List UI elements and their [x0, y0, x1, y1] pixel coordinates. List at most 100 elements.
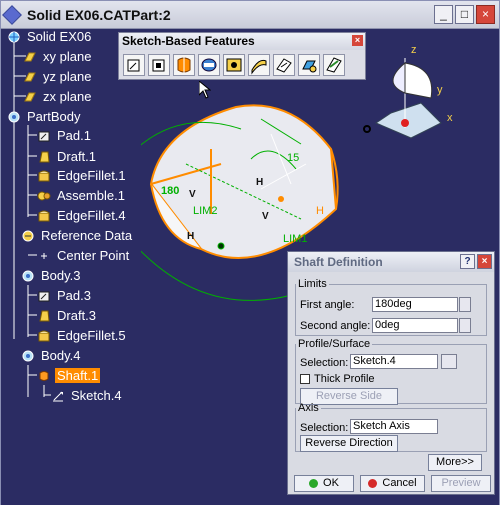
pad-icon[interactable] — [123, 54, 145, 76]
tree-item-pad-3[interactable]: Pad.3 — [37, 288, 93, 303]
tree-item-label: Assemble.1 — [57, 188, 125, 203]
cancel-button[interactable]: Cancel — [360, 475, 425, 492]
sketcher-icon[interactable] — [441, 354, 457, 369]
first-angle-spinner[interactable] — [459, 297, 471, 312]
stiffener-icon[interactable] — [323, 54, 345, 76]
body-icon — [8, 111, 20, 122]
tree-item-label: zx plane — [43, 89, 92, 104]
slot-icon[interactable] — [273, 54, 295, 76]
tree-item-edgefillet-1[interactable]: EdgeFillet.1 — [37, 168, 128, 183]
thick-profile-row[interactable]: Thick Profile — [300, 373, 375, 385]
thick-profile-label: Thick Profile — [314, 373, 375, 385]
shaft-definition-dialog[interactable]: Shaft Definition ? × Limits First angle:… — [287, 251, 495, 495]
length-dimension-label[interactable]: 15 — [287, 152, 299, 164]
first-angle-input[interactable]: 180deg — [372, 297, 458, 312]
angle-dimension-label[interactable]: 180 — [161, 185, 179, 197]
assemble-icon — [37, 191, 51, 200]
toolbar-close-button[interactable]: × — [352, 35, 363, 46]
tree-item-edgefillet-5[interactable]: EdgeFillet.5 — [37, 328, 128, 343]
sketch-based-features-toolbar[interactable]: Sketch-Based Features × — [118, 32, 366, 80]
tree-item-partbody[interactable]: PartBody — [7, 109, 82, 124]
tree-item-label: Pad.3 — [57, 288, 91, 303]
tree-item-draft-3[interactable]: Draft.3 — [37, 308, 98, 323]
tree-item-label: EdgeFillet.5 — [57, 328, 126, 343]
second-angle-label: Second angle: — [300, 320, 371, 332]
help-button[interactable]: ? — [460, 254, 475, 269]
title-bar: Solid EX06.CATPart:2 _ □ × — [1, 1, 499, 29]
lim1-label[interactable]: LIM1 — [283, 233, 307, 245]
y-axis-label: y — [437, 84, 443, 96]
minimize-button[interactable]: _ — [434, 5, 453, 24]
lim2-label[interactable]: LIM2 — [193, 205, 217, 217]
body-icon — [22, 270, 34, 281]
tree-item-sketch-4[interactable]: Sketch.4 — [51, 388, 124, 403]
more-button[interactable]: More>> — [428, 454, 482, 471]
tree-item-label: Shaft.1 — [55, 368, 101, 383]
maximize-button[interactable]: □ — [455, 5, 474, 24]
tree-item-draft-1[interactable]: Draft.1 — [37, 149, 98, 164]
part-icon — [8, 31, 20, 42]
tree-item-xy-plane[interactable]: xy plane — [23, 49, 93, 64]
tree-item-label: yz plane — [43, 69, 92, 84]
hole-icon[interactable] — [223, 54, 245, 76]
toolbar-title: Sketch-Based Features — [122, 34, 255, 48]
tree-item-shaft-1[interactable]: Shaft.1 — [37, 368, 101, 383]
tree-item-label: Reference Data — [41, 228, 133, 243]
tree-item-body-3[interactable]: Body.3 — [21, 268, 83, 283]
tree-item-label: xy plane — [43, 49, 92, 64]
tree-item-center-point[interactable]: Center Point — [37, 248, 131, 263]
h-constraint-label: H — [256, 177, 263, 188]
tree-item-yz-plane[interactable]: yz plane — [23, 69, 93, 84]
pocket-icon[interactable] — [148, 54, 170, 76]
plane-icon — [24, 72, 36, 81]
pad-icon — [38, 131, 50, 141]
tree-item-label: Center Point — [57, 248, 130, 263]
tree-item-label: Pad.1 — [57, 128, 91, 143]
point-icon — [41, 252, 47, 259]
rib-icon[interactable] — [248, 54, 270, 76]
tree-item-zx-plane[interactable]: zx plane — [23, 89, 93, 104]
ok-button[interactable]: OK — [294, 475, 354, 492]
groove-icon[interactable] — [198, 54, 220, 76]
limits-legend: Limits — [298, 278, 327, 290]
second-angle-spinner[interactable] — [459, 318, 471, 333]
tree-item-assemble-1[interactable]: Assemble.1 — [37, 188, 127, 203]
tree-item-label: EdgeFillet.4 — [57, 208, 126, 223]
reverse-direction-button[interactable]: Reverse Direction — [300, 435, 398, 452]
body-icon — [22, 350, 34, 361]
cancel-label: Cancel — [382, 477, 417, 489]
plane-icon — [24, 52, 36, 61]
dialog-close-button[interactable]: × — [477, 254, 492, 269]
thick-profile-checkbox[interactable] — [300, 374, 310, 384]
edgefillet-icon — [38, 210, 50, 221]
mouse-cursor-icon — [199, 81, 211, 99]
tree-item-pad-1[interactable]: Pad.1 — [37, 128, 93, 143]
tree-item-body-4[interactable]: Body.4 — [21, 348, 83, 363]
ok-label: OK — [323, 477, 339, 489]
compass-axis-triad[interactable]: z y x — [361, 43, 461, 153]
axis-selection-input[interactable]: Sketch Axis — [350, 419, 438, 434]
cancel-icon — [368, 479, 378, 488]
shaft-icon[interactable] — [173, 54, 195, 76]
tree-item-label: EdgeFillet.1 — [57, 168, 126, 183]
preview-button[interactable]: Preview — [431, 475, 491, 492]
close-button[interactable]: × — [476, 5, 495, 24]
tree-item-label: Body.3 — [41, 268, 81, 283]
sketch-icon — [53, 391, 63, 401]
profile-surface-legend: Profile/Surface — [298, 338, 371, 350]
tree-item-edgefillet-4[interactable]: EdgeFillet.4 — [37, 208, 128, 223]
profile-selection-input[interactable]: Sketch.4 — [350, 354, 438, 369]
tree-item-label: Body.4 — [41, 348, 81, 363]
part-icon — [2, 4, 22, 25]
dialog-title: Shaft Definition — [294, 255, 383, 269]
multi-section-solid-icon[interactable] — [298, 54, 320, 76]
edgefillet-icon — [38, 330, 50, 341]
tree-item-root[interactable]: Solid EX06 — [7, 29, 93, 44]
tree-item-reference-data[interactable]: Reference Data — [21, 228, 134, 243]
second-angle-input[interactable]: 0deg — [372, 318, 458, 333]
tree-item-label: PartBody — [27, 109, 81, 124]
z-axis-label: z — [411, 44, 417, 56]
shaft-icon — [39, 370, 49, 381]
tree-item-label: Solid EX06 — [27, 29, 92, 44]
window-title: Solid EX06.CATPart:2 — [27, 6, 171, 23]
